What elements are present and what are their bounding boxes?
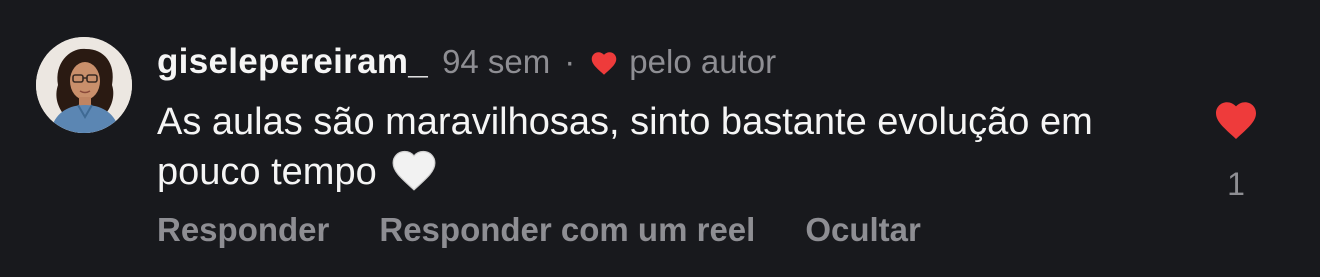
hide-button[interactable]: Ocultar <box>805 211 921 249</box>
reply-button[interactable]: Responder <box>157 211 329 249</box>
comment-item: giselepereiram_ 94 sem · pelo autor As a… <box>0 0 1320 277</box>
comment-header: giselepereiram_ 94 sem · pelo autor <box>157 40 776 84</box>
reply-with-reel-button[interactable]: Responder com um reel <box>379 211 755 249</box>
avatar[interactable] <box>36 37 132 133</box>
like-button[interactable] <box>1212 97 1260 141</box>
avatar-image <box>36 37 132 133</box>
comment-text: As aulas são maravilhosas, sinto bastant… <box>157 101 1093 193</box>
separator-dot: · <box>564 43 576 80</box>
heart-filled-icon <box>1216 102 1256 139</box>
like-count[interactable]: 1 <box>1212 166 1260 203</box>
heart-icon <box>589 49 619 76</box>
comment-actions: Responder Responder com um reel Ocultar <box>157 208 971 252</box>
white-heart-emoji-icon <box>389 146 439 204</box>
timestamp: 94 sem <box>442 43 551 80</box>
username[interactable]: giselepereiram_ <box>157 42 428 82</box>
liked-by-author-label: pelo autor <box>629 43 777 80</box>
comment-text-block: As aulas são maravilhosas, sinto bastant… <box>157 98 1167 204</box>
